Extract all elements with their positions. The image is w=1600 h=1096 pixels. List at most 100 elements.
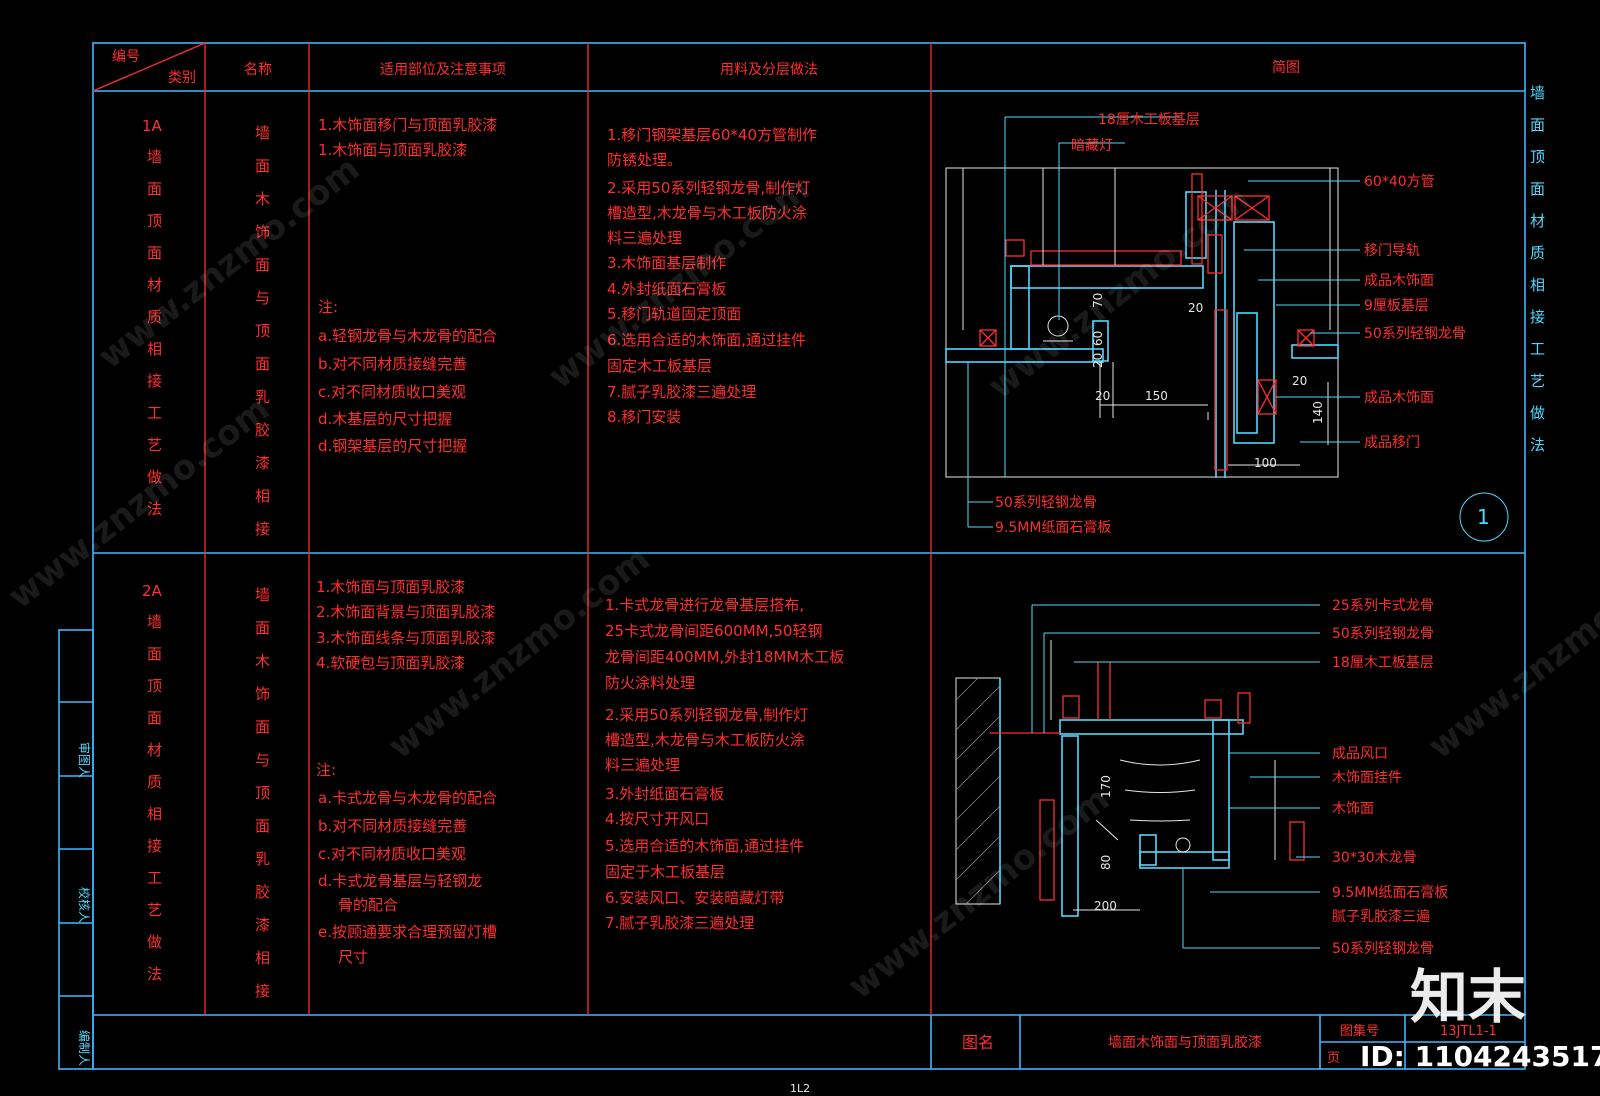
material-line: 固定木工板基层 [607, 357, 712, 375]
material-line: 龙骨间距400MM,外封18MM木工板 [605, 648, 844, 666]
vertical-char: 做 [1530, 404, 1545, 422]
row-1A: 1A 墙面顶面材质相接工艺做法 墙面木饰面与顶面乳胶漆相接 1.木饰面移门与顶面… [142, 116, 817, 538]
note-item: a.卡式龙骨与木龙骨的配合 [318, 789, 497, 807]
material-line: 料三遍处理 [605, 756, 680, 774]
callout-label: 50系列轻钢龙骨 [1332, 941, 1434, 957]
note-item: c.对不同材质收口美观 [318, 383, 466, 401]
material-line: 防锈处理。 [607, 151, 682, 169]
vertical-char: 相 [1530, 276, 1545, 294]
vertical-char: 接 [255, 982, 270, 1000]
vertical-char: 面 [255, 157, 270, 175]
vertical-char: 相 [255, 949, 270, 967]
vertical-char: 木 [255, 190, 270, 208]
vertical-char: 面 [255, 718, 270, 736]
vertical-char: 工 [147, 404, 162, 422]
notes-label: 注: [318, 298, 338, 316]
material-line: 5.选用合适的木饰面,通过挂件 [605, 837, 804, 855]
drawing-name-label: 图名 [962, 1033, 994, 1052]
dimension: 200 [1094, 899, 1117, 913]
scope-item: 1.木饰面移门与顶面乳胶漆 [318, 116, 497, 134]
callout-label: 成品木饰面 [1364, 273, 1434, 289]
scope-item: 2.木饰面背景与顶面乳胶漆 [316, 603, 495, 621]
callout-label: 腻子乳胶漆三遍 [1332, 908, 1430, 925]
page-number: 1L2 [790, 1082, 810, 1095]
vertical-char: 乳 [255, 850, 270, 868]
vertical-char: 墙 [255, 586, 270, 604]
material-line: 料三遍处理 [607, 229, 682, 247]
vertical-char: 木 [255, 652, 270, 670]
note-item: e.按顾通要求合理预留灯槽 [318, 923, 497, 941]
material-line: 7.腻子乳胶漆三遍处理 [605, 914, 754, 932]
callout-label: 9.5MM纸面石膏板 [1332, 884, 1448, 901]
callout-label: 50系列轻钢龙骨 [1332, 626, 1434, 642]
material-line: 7.腻子乳胶漆三遍处理 [607, 383, 756, 401]
callout-label: 50系列轻钢龙骨 [995, 495, 1097, 511]
vertical-char: 质 [147, 773, 162, 791]
row-id: 1A [142, 117, 163, 135]
vertical-char: 质 [1530, 244, 1545, 262]
header-row: 编号 类别 名称 适用部位及注意事项 用料及分层做法 简图 [112, 49, 1300, 86]
vertical-char: 墙 [147, 613, 162, 631]
atlas-label: 图集号 [1340, 1023, 1379, 1039]
watermark-id: ID: 1104243517 [1360, 1040, 1600, 1073]
vertical-char: 面 [1530, 116, 1545, 134]
material-line: 3.外封纸面石膏板 [605, 785, 724, 803]
watermark-site: www.znzmo.com [1421, 539, 1600, 767]
note-item: d.钢架基层的尺寸把握 [318, 437, 467, 455]
material-line: 25卡式龙骨间距600MM,50轻钢 [605, 622, 822, 640]
sign-off-strip: 审图人 校核人 编制人 [77, 742, 92, 1066]
callout-label: 18厘木工板基层 [1332, 654, 1434, 671]
note-item: d.木基层的尺寸把握 [318, 410, 452, 428]
header-materials: 用料及分层做法 [720, 62, 818, 78]
vertical-char: 法 [147, 965, 162, 983]
callout-label: 50系列轻钢龙骨 [1364, 326, 1466, 342]
callout-label: 成品木饰面 [1364, 390, 1434, 406]
watermark-site: www.znzmo.com [1, 389, 277, 617]
notes-label: 注: [316, 761, 336, 779]
vertical-char: 做 [147, 933, 162, 951]
vertical-char: 工 [1530, 340, 1545, 358]
vertical-char: 墙 [1530, 84, 1545, 102]
drawing-name: 墙面木饰面与顶面乳胶漆 [1108, 1034, 1262, 1051]
vertical-char: 材 [147, 741, 162, 759]
row-id: 2A [142, 582, 163, 600]
material-line: 2.采用50系列轻钢龙骨,制作灯 [605, 706, 808, 724]
dimension: 20 [1292, 374, 1307, 388]
callout-label: 木饰面 [1332, 801, 1374, 817]
vertical-char: 面 [255, 619, 270, 637]
vertical-char: 墙 [255, 124, 270, 142]
page-label: 页 [1327, 1051, 1340, 1066]
reviewer-label: 审图人 [77, 742, 92, 778]
material-line: 1.卡式龙骨进行龙骨基层搭布, [605, 596, 804, 614]
vertical-char: 面 [147, 180, 162, 198]
vertical-char: 顶 [147, 677, 162, 695]
callout-label: 木饰面挂件 [1332, 770, 1402, 786]
vertical-char: 接 [255, 520, 270, 538]
dimension: 80 [1099, 855, 1113, 870]
row-category-vertical: 墙面顶面材质相接工艺做法 [147, 613, 162, 983]
material-line: 槽造型,木龙骨与木工板防火涂 [605, 731, 805, 749]
dimension: 20 [1188, 301, 1203, 315]
callout-label: 25系列卡式龙骨 [1332, 598, 1434, 614]
note-item: a.轻钢龙骨与木龙骨的配合 [318, 327, 497, 345]
vertical-char: 漆 [255, 916, 270, 934]
scope-item: 1.木饰面与顶面乳胶漆 [316, 578, 465, 596]
note-item: d.卡式龙骨基层与轻钢龙 [318, 872, 482, 890]
detail-2-sketch: 25系列卡式龙骨 50系列轻钢龙骨 18厘木工板基层 成品风口 木饰面挂件 木饰… [955, 598, 1448, 957]
material-line: 1.移门钢架基层60*40方管制作 [607, 126, 817, 144]
vertical-char: 艺 [147, 901, 162, 919]
vertical-char: 胶 [255, 883, 270, 901]
watermark-site: www.znzmo.com [841, 779, 1117, 1007]
row-2A: 2A 墙面顶面材质相接工艺做法 墙面木饰面与顶面乳胶漆相接 1.木饰面与顶面乳胶… [142, 578, 844, 1000]
dimension: 20 [1095, 389, 1110, 403]
vertical-char: 与 [255, 751, 270, 769]
note-item: 骨的配合 [338, 896, 398, 914]
vertical-char: 顶 [255, 784, 270, 802]
vertical-char: 漆 [255, 454, 270, 472]
note-item: c.对不同材质收口美观 [318, 845, 466, 863]
callout-label: 9厘板基层 [1364, 297, 1429, 314]
material-line: 8.移门安装 [607, 408, 681, 426]
callout-label: 9.5MM纸面石膏板 [995, 519, 1111, 536]
detail-1-sketch: 18厘木工板基层 暗藏灯 60*40方管 移门导轨 成品木饰面 9厘板基层 50… [945, 111, 1509, 542]
vertical-char: 相 [147, 805, 162, 823]
